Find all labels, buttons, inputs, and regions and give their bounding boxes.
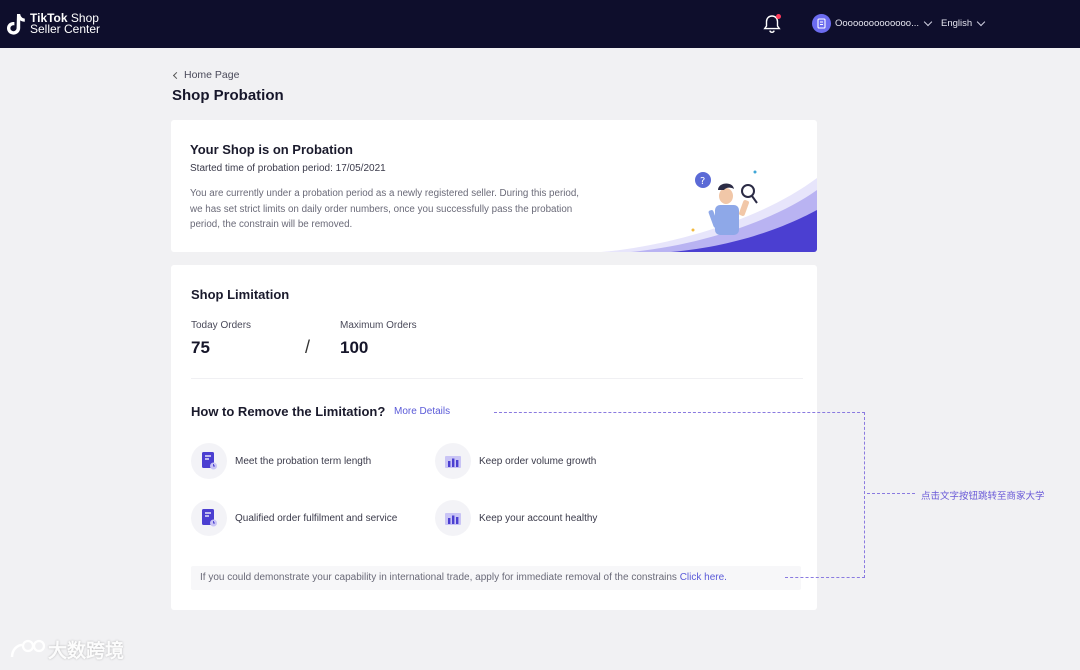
- divider: [191, 378, 803, 379]
- requirement-label: Keep order volume growth: [479, 455, 597, 467]
- removal-application-note: If you could demonstrate your capability…: [191, 566, 801, 590]
- page-title: Shop Probation: [172, 87, 284, 104]
- tiktok-logo-icon: [6, 12, 26, 36]
- document-clock-icon: [191, 500, 227, 536]
- document-clock-icon: [191, 443, 227, 479]
- bar-chart-icon: [435, 500, 471, 536]
- account-menu[interactable]: Oooooooooooooo...: [812, 14, 933, 33]
- probation-title: Your Shop is on Probation: [190, 142, 353, 157]
- store-icon: [812, 14, 831, 33]
- more-details-link[interactable]: More Details: [394, 406, 450, 417]
- watermark-text: 大数跨境: [48, 641, 125, 662]
- requirement-label: Qualified order fulfilment and service: [235, 512, 398, 524]
- click-here-link[interactable]: Click here.: [680, 572, 727, 583]
- breadcrumb[interactable]: Home Page: [172, 69, 239, 81]
- shop-limitation-card: Shop Limitation Today Orders 75 / Maximu…: [171, 265, 817, 610]
- annotation-connector: [785, 577, 865, 578]
- requirement-item: Keep your account healthy: [435, 500, 597, 536]
- annotation-connector: [864, 412, 865, 578]
- language-label: English: [941, 18, 973, 29]
- orders-separator: /: [305, 337, 311, 357]
- top-navigation-bar: TikTok Shop Seller Center Oooooooooooooo…: [0, 0, 1080, 48]
- remove-limitation-title: How to Remove the Limitation?: [191, 404, 386, 419]
- today-orders-value: 75: [191, 338, 210, 357]
- chevron-left-icon: [172, 71, 181, 79]
- requirement-item: Meet the probation term length: [191, 443, 371, 479]
- bar-chart-icon: [435, 443, 471, 479]
- breadcrumb-home[interactable]: Home Page: [184, 69, 239, 81]
- annotation-connector: [494, 412, 865, 413]
- shop-limitation-title: Shop Limitation: [191, 287, 290, 302]
- maximum-orders-value: 100: [340, 338, 369, 357]
- requirement-label: Meet the probation term length: [235, 455, 372, 467]
- account-name: Oooooooooooooo...: [835, 18, 919, 29]
- language-selector[interactable]: English: [941, 17, 986, 29]
- chevron-down-icon: [923, 17, 933, 27]
- requirement-item: Keep order volume growth: [435, 443, 596, 479]
- removal-note-text: If you could demonstrate your capability…: [200, 572, 680, 583]
- probation-description: You are currently under a probation peri…: [190, 188, 580, 230]
- today-orders-label: Today Orders: [191, 320, 252, 331]
- watermark-logo-icon: [10, 639, 46, 657]
- probation-card: Your Shop is on Probation Started time o…: [171, 120, 817, 252]
- tiktok-shop-logo[interactable]: TikTok Shop Seller Center: [6, 12, 100, 36]
- svg-text:?: ?: [700, 176, 705, 187]
- logo-text: TikTok Shop Seller Center: [30, 12, 101, 36]
- requirement-item: Qualified order fulfilment and service: [191, 500, 397, 536]
- probation-illustration: ?: [591, 150, 817, 252]
- annotation-connector: [867, 493, 915, 494]
- annotation-note: 点击文字按钮跳转至商家大学: [921, 491, 1045, 502]
- probation-start-time: Started time of probation period: 17/05/…: [190, 163, 386, 174]
- notification-dot: [776, 14, 781, 19]
- watermark: 大数跨境: [8, 636, 124, 663]
- maximum-orders-label: Maximum Orders: [340, 320, 417, 331]
- chevron-down-icon: [976, 17, 986, 27]
- requirement-label: Keep your account healthy: [479, 512, 598, 524]
- logo-subtitle: Seller Center: [30, 22, 101, 36]
